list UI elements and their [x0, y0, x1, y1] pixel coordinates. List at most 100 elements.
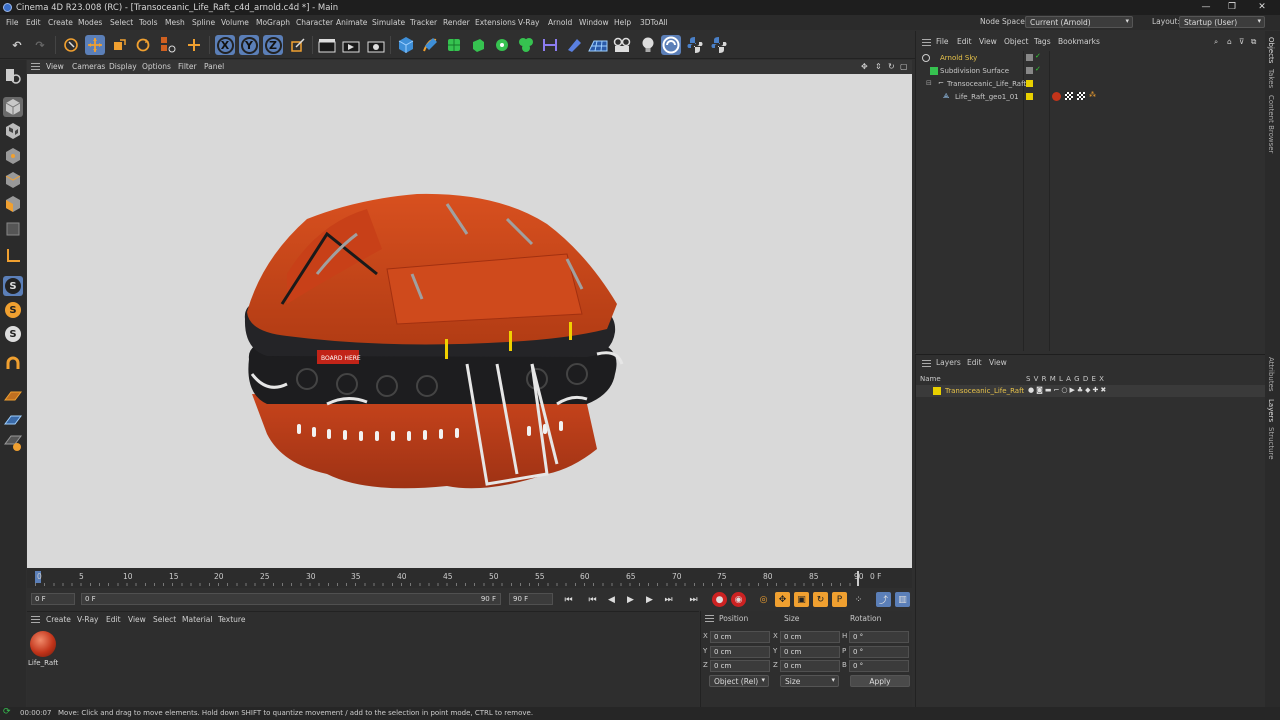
material-menu-select[interactable]: Select [153, 615, 176, 624]
layer-flag-icons[interactable]: ●◙▬⌐○▶♣◆✚✖ [1028, 386, 1108, 394]
size-x-field[interactable]: 0 cm [780, 631, 840, 643]
object-row-life-raft-geo[interactable]: ⟁ Life_Raft_geo1_01 ⁂ [916, 91, 1266, 104]
objects-menu-file[interactable]: File [936, 37, 949, 46]
objects-menu-edit[interactable]: Edit [957, 37, 972, 46]
material-tag-icon[interactable] [1052, 92, 1061, 101]
pen-spline-button[interactable] [420, 35, 440, 55]
snap-button[interactable]: S [3, 276, 23, 296]
size-mode-dropdown[interactable]: Size ▾ [780, 675, 839, 687]
menu-arnold[interactable]: Arnold [548, 18, 572, 27]
go-to-end-button[interactable]: ⏭ [686, 592, 701, 607]
previous-key-button[interactable]: ⏮ [585, 592, 600, 607]
tab-layers[interactable]: Layers [1267, 399, 1275, 422]
material-swatch[interactable] [30, 631, 56, 657]
light-button[interactable] [638, 35, 658, 55]
layers-menu-edit[interactable]: Edit [967, 358, 982, 367]
checker-tag-icon[interactable] [1065, 92, 1073, 100]
menu-create[interactable]: Create [48, 18, 73, 27]
layers-menu-view[interactable]: View [989, 358, 1007, 367]
key-rotation-button[interactable]: ↻ [813, 592, 828, 607]
search-icon[interactable]: ⌕ [1214, 37, 1218, 47]
hamburger-icon[interactable] [705, 615, 714, 622]
menu-character[interactable]: Character [296, 18, 333, 27]
timeline-ruler[interactable]: 0 5 10 15 20 25 30 35 40 45 50 55 60 65 … [27, 568, 912, 588]
points-mode-button[interactable] [3, 146, 23, 166]
hamburger-icon[interactable] [31, 616, 40, 623]
record-button[interactable]: ● [712, 592, 727, 607]
menu-help[interactable]: Help [614, 18, 631, 27]
rot-p-field[interactable]: 0 ° [849, 646, 909, 658]
render-view-button[interactable] [317, 35, 337, 55]
cloner-button[interactable] [492, 35, 512, 55]
menu-vray[interactable]: V-Ray [518, 18, 539, 27]
enabled-check-icon[interactable]: ✓ [1035, 65, 1041, 73]
menu-edit[interactable]: Edit [26, 18, 41, 27]
play-button[interactable]: ▶ [623, 592, 638, 607]
pos-x-field[interactable]: 0 cm [710, 631, 770, 643]
move-tool-button[interactable] [85, 35, 105, 55]
edges-mode-button[interactable] [3, 170, 23, 190]
menu-tools[interactable]: Tools [139, 18, 157, 27]
viewport-menu-cameras[interactable]: Cameras [72, 62, 105, 71]
menu-file[interactable]: File [6, 18, 19, 27]
redo-button[interactable]: ↷ [30, 35, 50, 55]
motion-system-button[interactable]: ⤴ [876, 592, 891, 607]
layer-color-swatch[interactable] [933, 387, 941, 395]
tab-objects[interactable]: Objects [1267, 37, 1275, 63]
menu-animate[interactable]: Animate [336, 18, 367, 27]
subdivision-button[interactable] [444, 35, 464, 55]
autokey-button[interactable]: ◉ [731, 592, 746, 607]
objects-menu-tags[interactable]: Tags [1034, 37, 1051, 46]
axis-mode-button[interactable] [3, 246, 23, 266]
layer-name[interactable]: Transoceanic_Life_Raft [945, 387, 1024, 395]
python-script-button[interactable] [685, 35, 705, 55]
y-axis-lock-button[interactable]: Y [239, 35, 259, 55]
checker-tag-icon[interactable] [1077, 92, 1085, 100]
viewport-menu-panel[interactable]: Panel [204, 62, 224, 71]
x-axis-lock-button[interactable]: X [215, 35, 235, 55]
material-menu-texture[interactable]: Texture [218, 615, 245, 624]
menu-extensions[interactable]: Extensions [475, 18, 516, 27]
scale-tool-button[interactable] [109, 35, 129, 55]
maximize-button[interactable]: ❐ [1222, 2, 1242, 13]
collapse-toggle-icon[interactable]: ⊟ [926, 79, 932, 87]
close-button[interactable]: ✕ [1252, 2, 1272, 13]
material-menu-create[interactable]: Create [46, 615, 71, 624]
z-axis-lock-button[interactable]: Z [263, 35, 283, 55]
workplane-grid-button[interactable] [3, 409, 23, 429]
deformer-button[interactable] [516, 35, 536, 55]
rot-b-field[interactable]: 0 ° [849, 660, 909, 672]
arnold-render-button[interactable] [661, 35, 681, 55]
home-icon[interactable]: ⌂ [1227, 37, 1232, 46]
texture-tag-icon[interactable]: ⁂ [1089, 91, 1096, 99]
menu-mesh[interactable]: Mesh [165, 18, 185, 27]
coordinate-tool-button[interactable] [184, 35, 204, 55]
tab-takes[interactable]: Takes [1267, 69, 1275, 88]
viewport-dolly-icon[interactable]: ⇕ [875, 62, 882, 71]
keyframe-selection-button[interactable]: ◎ [756, 592, 771, 607]
hamburger-icon[interactable] [31, 63, 40, 70]
next-frame-button[interactable]: ▶ [642, 592, 657, 607]
viewport-menu-options[interactable]: Options [142, 62, 171, 71]
key-pla-button[interactable]: ⁘ [851, 592, 866, 607]
timeline-window-button[interactable]: ▥ [895, 592, 910, 607]
menu-window[interactable]: Window [579, 18, 609, 27]
object-row-arnold-sky[interactable]: Arnold Sky ✓ [916, 52, 1266, 65]
soft-selection-button[interactable]: S [3, 300, 23, 320]
material-menu-edit[interactable]: Edit [106, 615, 121, 624]
viewport-pan-icon[interactable]: ✥ [861, 62, 868, 71]
symmetry-button[interactable]: S [3, 324, 23, 344]
enabled-check-icon[interactable]: ✓ [1035, 52, 1041, 60]
pos-z-field[interactable]: 0 cm [710, 660, 770, 672]
new-window-icon[interactable]: ⧉ [1251, 37, 1256, 47]
make-editable-button[interactable] [3, 66, 23, 86]
viewport-menu-display[interactable]: Display [109, 62, 137, 71]
menu-mograph[interactable]: MoGraph [256, 18, 290, 27]
python-plugin-button[interactable] [709, 35, 729, 55]
material-name[interactable]: Life_Raft [28, 659, 58, 667]
menu-modes[interactable]: Modes [78, 18, 102, 27]
menu-select[interactable]: Select [110, 18, 133, 27]
polygons-mode-button[interactable] [3, 194, 23, 214]
rotate-tool-button[interactable] [133, 35, 153, 55]
hamburger-icon[interactable] [922, 39, 931, 46]
